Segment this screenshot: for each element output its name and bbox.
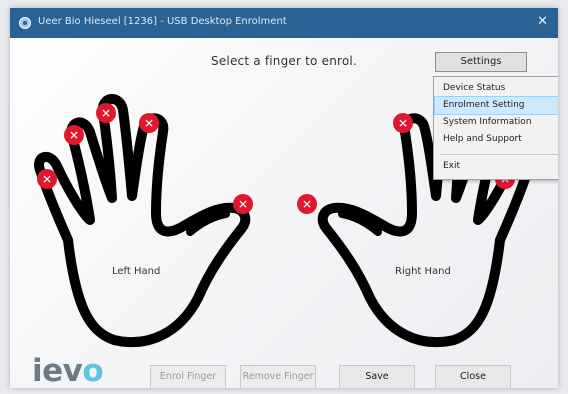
left-ring-marker[interactable]: ✕ <box>64 125 84 145</box>
menu-item-device-status[interactable]: Device Status <box>435 80 558 97</box>
remove-finger-button[interactable]: Remove Finger <box>240 365 316 388</box>
svg-text:✕: ✕ <box>238 198 248 212</box>
svg-text:✕: ✕ <box>398 117 408 131</box>
left-hand-label: Left Hand <box>112 266 161 277</box>
svg-text:✕: ✕ <box>69 129 79 143</box>
menu-item-system-information[interactable]: System Information <box>435 114 558 131</box>
ievo-logo: ievo <box>32 353 104 388</box>
right-hand-label: Right Hand <box>395 266 451 277</box>
menu-separator <box>440 154 558 155</box>
menu-item-exit[interactable]: Exit <box>435 158 558 175</box>
enrol-finger-button[interactable]: Enrol Finger <box>150 365 226 388</box>
settings-button[interactable]: Settings <box>435 52 527 72</box>
left-middle-marker[interactable]: ✕ <box>96 103 116 123</box>
svg-text:✕: ✕ <box>302 198 312 212</box>
logo-text-o: o <box>82 353 104 388</box>
svg-text:✕: ✕ <box>42 173 52 187</box>
menu-item-enrolment-setting[interactable]: Enrolment Setting <box>434 96 558 115</box>
save-button[interactable]: Save <box>339 365 415 388</box>
right-index-marker[interactable]: ✕ <box>393 113 413 133</box>
settings-menu: Device Status Enrolment Setting System I… <box>433 76 558 180</box>
svg-text:✕: ✕ <box>101 107 111 121</box>
menu-item-help-and-support[interactable]: Help and Support <box>435 131 558 148</box>
left-pinky-marker[interactable]: ✕ <box>37 169 57 189</box>
left-index-marker[interactable]: ✕ <box>139 113 159 133</box>
enrolment-window: Ueer Bio Hieseel [1236] - USB Desktop En… <box>10 8 558 388</box>
close-button[interactable]: Close <box>435 365 511 388</box>
logo-text: iev <box>32 353 83 388</box>
right-thumb-marker[interactable]: ✕ <box>297 194 317 214</box>
svg-text:✕: ✕ <box>144 117 154 131</box>
left-thumb-marker[interactable]: ✕ <box>233 194 253 214</box>
